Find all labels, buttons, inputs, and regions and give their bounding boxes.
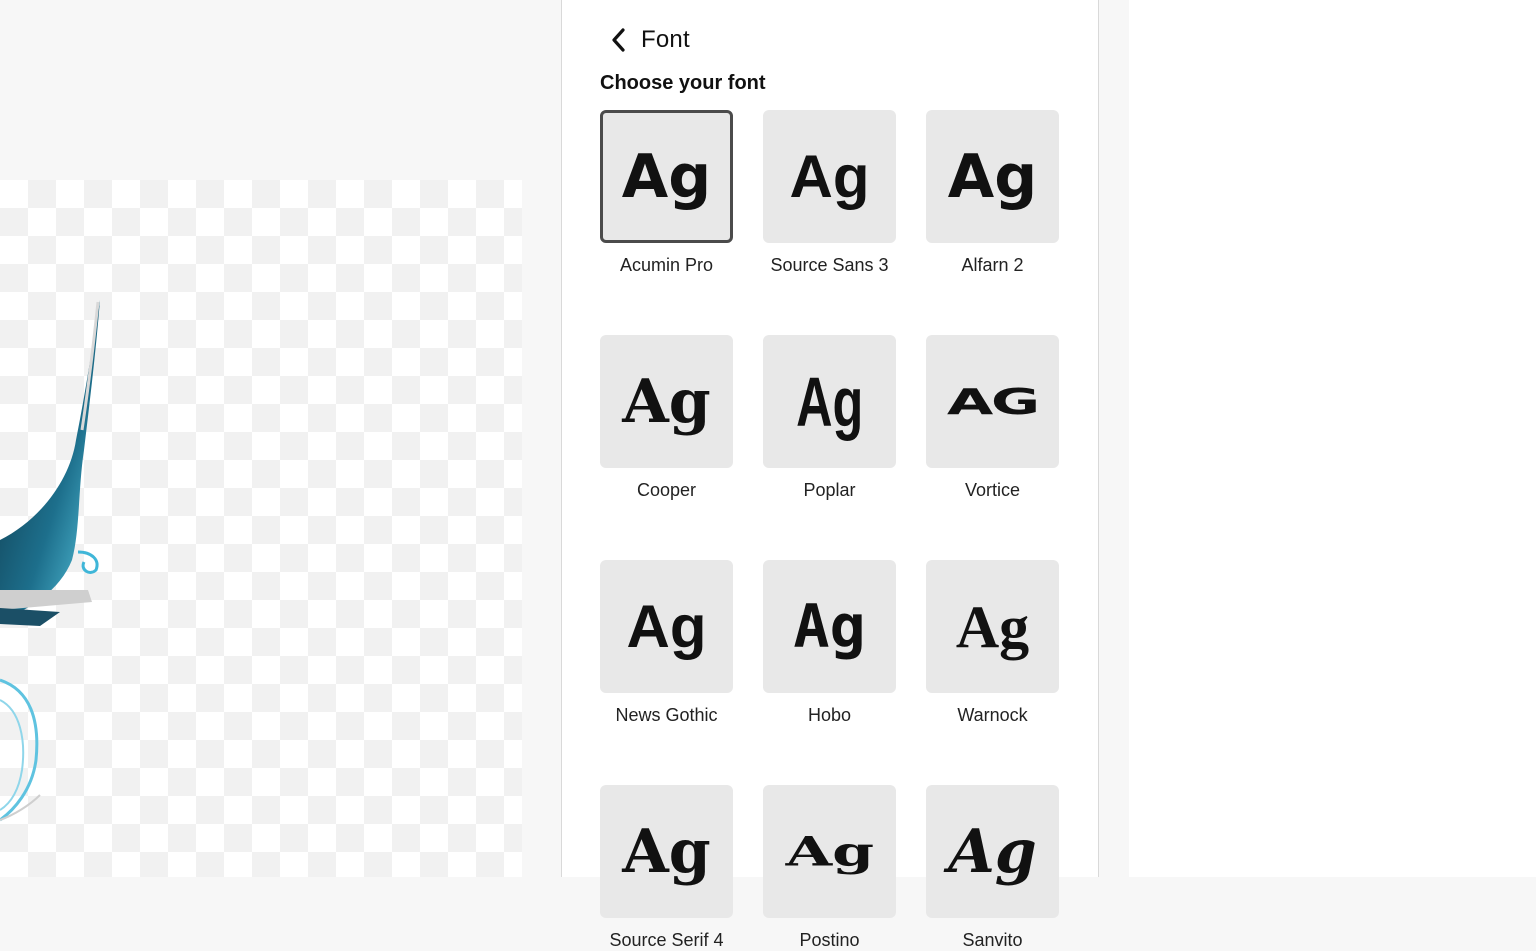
font-label: Warnock <box>957 705 1028 725</box>
font-label: Alfarn 2 <box>961 255 1024 275</box>
back-to-font-button[interactable]: Font <box>611 24 690 56</box>
font-tile[interactable]: AG <box>926 335 1059 468</box>
font-sample: Ag <box>785 827 874 875</box>
panel-title: Font <box>641 26 690 53</box>
font-tile[interactable]: Ag <box>926 560 1059 693</box>
font-option-cooper[interactable]: Ag Cooper <box>600 335 733 501</box>
font-sample: Ag <box>789 142 870 210</box>
font-option-hobo[interactable]: Ag Hobo <box>763 560 896 726</box>
font-sample: Ag <box>793 591 866 662</box>
font-option-source-sans-3[interactable]: Ag Source Sans 3 <box>763 110 896 276</box>
font-tile[interactable]: Ag <box>926 785 1059 918</box>
font-option-news-gothic[interactable]: Ag News Gothic <box>600 560 733 726</box>
canvas-area[interactable] <box>0 0 560 877</box>
font-tile[interactable]: Ag <box>763 560 896 693</box>
font-label: Vortice <box>964 480 1021 500</box>
font-option-warnock[interactable]: Ag Warnock <box>926 560 1059 726</box>
font-option-postino[interactable]: Ag Postino <box>763 785 896 951</box>
font-option-sanvito[interactable]: Ag Sanvito <box>926 785 1059 951</box>
font-label: Sanvito <box>962 930 1023 950</box>
font-sample: Ag <box>622 816 711 887</box>
font-tile[interactable]: Ag <box>926 110 1059 243</box>
font-tile[interactable]: Ag <box>763 110 896 243</box>
font-grid: Ag Acumin Pro Ag Source Sans 3 Ag Alfarn… <box>600 110 1059 951</box>
font-sample: Ag <box>947 141 1038 212</box>
font-label: Acumin Pro <box>619 255 714 275</box>
font-tile[interactable]: Ag <box>763 785 896 918</box>
font-label: Source Serif 4 <box>609 930 724 950</box>
font-label: Cooper <box>636 480 697 500</box>
font-option-acumin-pro[interactable]: Ag Acumin Pro <box>600 110 733 276</box>
font-tile[interactable]: Ag <box>600 335 733 468</box>
font-tile[interactable]: Ag <box>600 110 733 243</box>
font-sample: Ag <box>955 593 1030 660</box>
font-sample: Ag <box>622 366 711 437</box>
chevron-left-icon[interactable] <box>611 27 631 53</box>
font-tile[interactable]: Ag <box>600 560 733 693</box>
font-sample: Ag <box>626 592 707 660</box>
font-label: News Gothic <box>615 705 718 725</box>
font-tile[interactable]: Ag <box>600 785 733 918</box>
blue-splash-graphic <box>0 300 100 822</box>
font-panel: Font Choose your font Ag Acumin Pro Ag S… <box>561 0 1099 950</box>
font-sample: Ag <box>948 816 1037 887</box>
section-title: Choose your font <box>600 72 766 94</box>
font-tile[interactable]: Ag <box>763 335 896 468</box>
font-label: Poplar <box>803 480 856 500</box>
font-option-vortice[interactable]: AG Vortice <box>926 335 1059 501</box>
font-option-alfarn-2[interactable]: Ag Alfarn 2 <box>926 110 1059 276</box>
font-option-poplar[interactable]: Ag Poplar <box>763 335 896 501</box>
font-sample: AG <box>947 380 1040 423</box>
font-label: Hobo <box>807 705 852 725</box>
font-label: Postino <box>799 930 860 950</box>
font-option-source-serif-4[interactable]: Ag Source Serif 4 <box>600 785 733 951</box>
font-label: Source Sans 3 <box>770 255 889 275</box>
font-sample: Ag <box>621 141 712 212</box>
font-sample: Ag <box>795 362 864 441</box>
right-empty-area <box>1129 0 1536 877</box>
